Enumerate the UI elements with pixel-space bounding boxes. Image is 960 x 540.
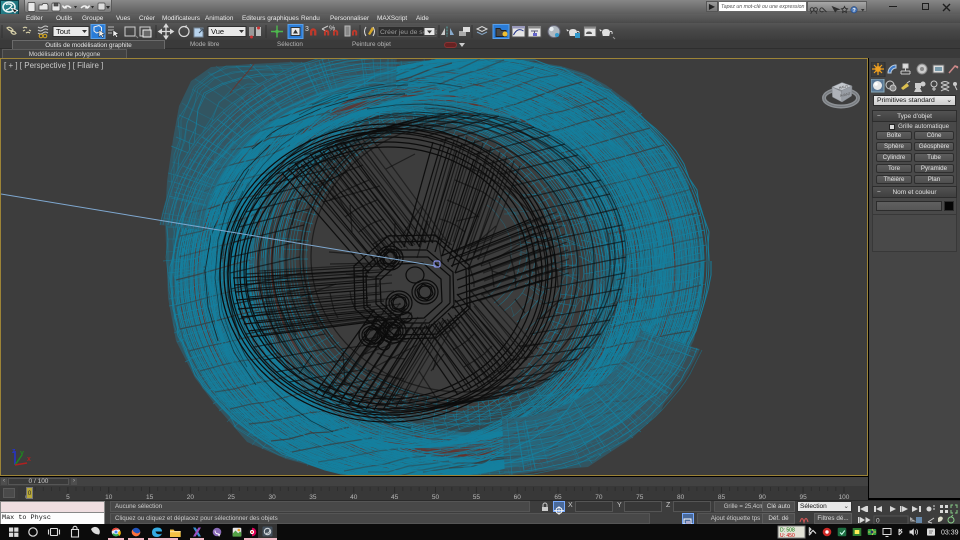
svg-text:y: y xyxy=(20,450,24,457)
svg-text:3: 3 xyxy=(305,26,309,33)
svg-text:x: x xyxy=(27,456,31,463)
svg-text:z: z xyxy=(12,448,16,455)
svg-text:U: 450: U: 450 xyxy=(780,533,795,539)
svg-text:Tout: Tout xyxy=(56,27,71,36)
svg-text:Vue: Vue xyxy=(211,27,224,36)
svg-text:03:39: 03:39 xyxy=(941,530,959,537)
